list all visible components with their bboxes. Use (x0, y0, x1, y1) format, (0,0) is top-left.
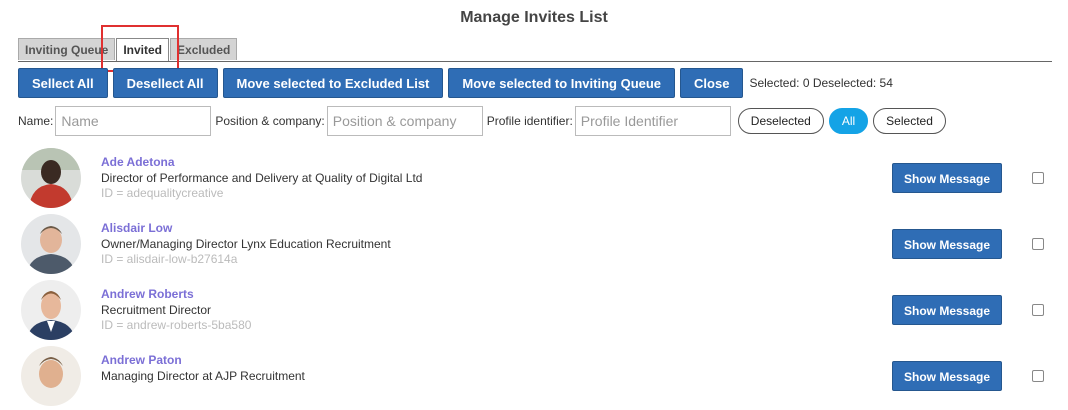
filter-all-pill[interactable]: All (828, 108, 869, 134)
select-checkbox[interactable] (1032, 304, 1044, 316)
show-message-button[interactable]: Show Message (892, 163, 1002, 193)
avatar (21, 148, 81, 208)
show-message-button[interactable]: Show Message (892, 361, 1002, 391)
move-to-excluded-button[interactable]: Move selected to Excluded List (222, 68, 444, 98)
name-label: Name: (18, 114, 54, 128)
list-item: Alisdair Low Owner/Managing Director Lyn… (0, 212, 1068, 278)
person-role: Managing Director at AJP Recruitment (101, 369, 305, 383)
person-id: ID = adequalitycreative (101, 186, 224, 200)
person-name[interactable]: Andrew Paton (101, 353, 182, 367)
tab-excluded[interactable]: Excluded (170, 38, 238, 60)
person-id: ID = alisdair-low-b27614a (101, 252, 238, 266)
show-message-button[interactable]: Show Message (892, 295, 1002, 325)
list-item: Andrew Paton Managing Director at AJP Re… (0, 344, 1068, 410)
move-to-queue-button[interactable]: Move selected to Inviting Queue (448, 68, 676, 98)
position-input[interactable] (326, 106, 483, 136)
avatar (21, 214, 81, 274)
filter-selected-pill[interactable]: Selected (873, 108, 946, 134)
person-role: Recruitment Director (101, 303, 212, 317)
select-all-button[interactable]: Sellect All (18, 68, 108, 98)
person-role: Director of Performance and Delivery at … (101, 171, 423, 185)
person-role: Owner/Managing Director Lynx Education R… (101, 237, 391, 251)
select-checkbox[interactable] (1032, 238, 1044, 250)
list-item: Ade Adetona Director of Performance and … (0, 146, 1068, 212)
people-list: Ade Adetona Director of Performance and … (0, 146, 1068, 410)
filter-bar: Name: Position & company: Profile identi… (18, 106, 951, 136)
select-checkbox[interactable] (1032, 172, 1044, 184)
show-message-button[interactable]: Show Message (892, 229, 1002, 259)
selection-status: Selected: 0 Deselected: 54 (749, 76, 893, 90)
name-input[interactable] (55, 106, 212, 136)
close-button[interactable]: Close (680, 68, 744, 98)
profile-input[interactable] (574, 106, 731, 136)
select-checkbox[interactable] (1032, 370, 1044, 382)
avatar (21, 346, 81, 406)
avatar (21, 280, 81, 340)
position-label: Position & company: (215, 114, 325, 128)
deselect-all-button[interactable]: Desellect All (112, 68, 218, 98)
person-id: ID = andrew-roberts-5ba580 (101, 318, 252, 332)
list-item: Andrew Roberts Recruitment Director ID =… (0, 278, 1068, 344)
person-name[interactable]: Alisdair Low (101, 221, 172, 235)
person-name[interactable]: Andrew Roberts (101, 287, 194, 301)
profile-label: Profile identifier: (486, 114, 573, 128)
toolbar: Sellect All Desellect All Move selected … (18, 68, 893, 98)
highlight-box (101, 25, 179, 72)
person-name[interactable]: Ade Adetona (101, 155, 175, 169)
filter-deselected-pill[interactable]: Deselected (737, 108, 824, 134)
